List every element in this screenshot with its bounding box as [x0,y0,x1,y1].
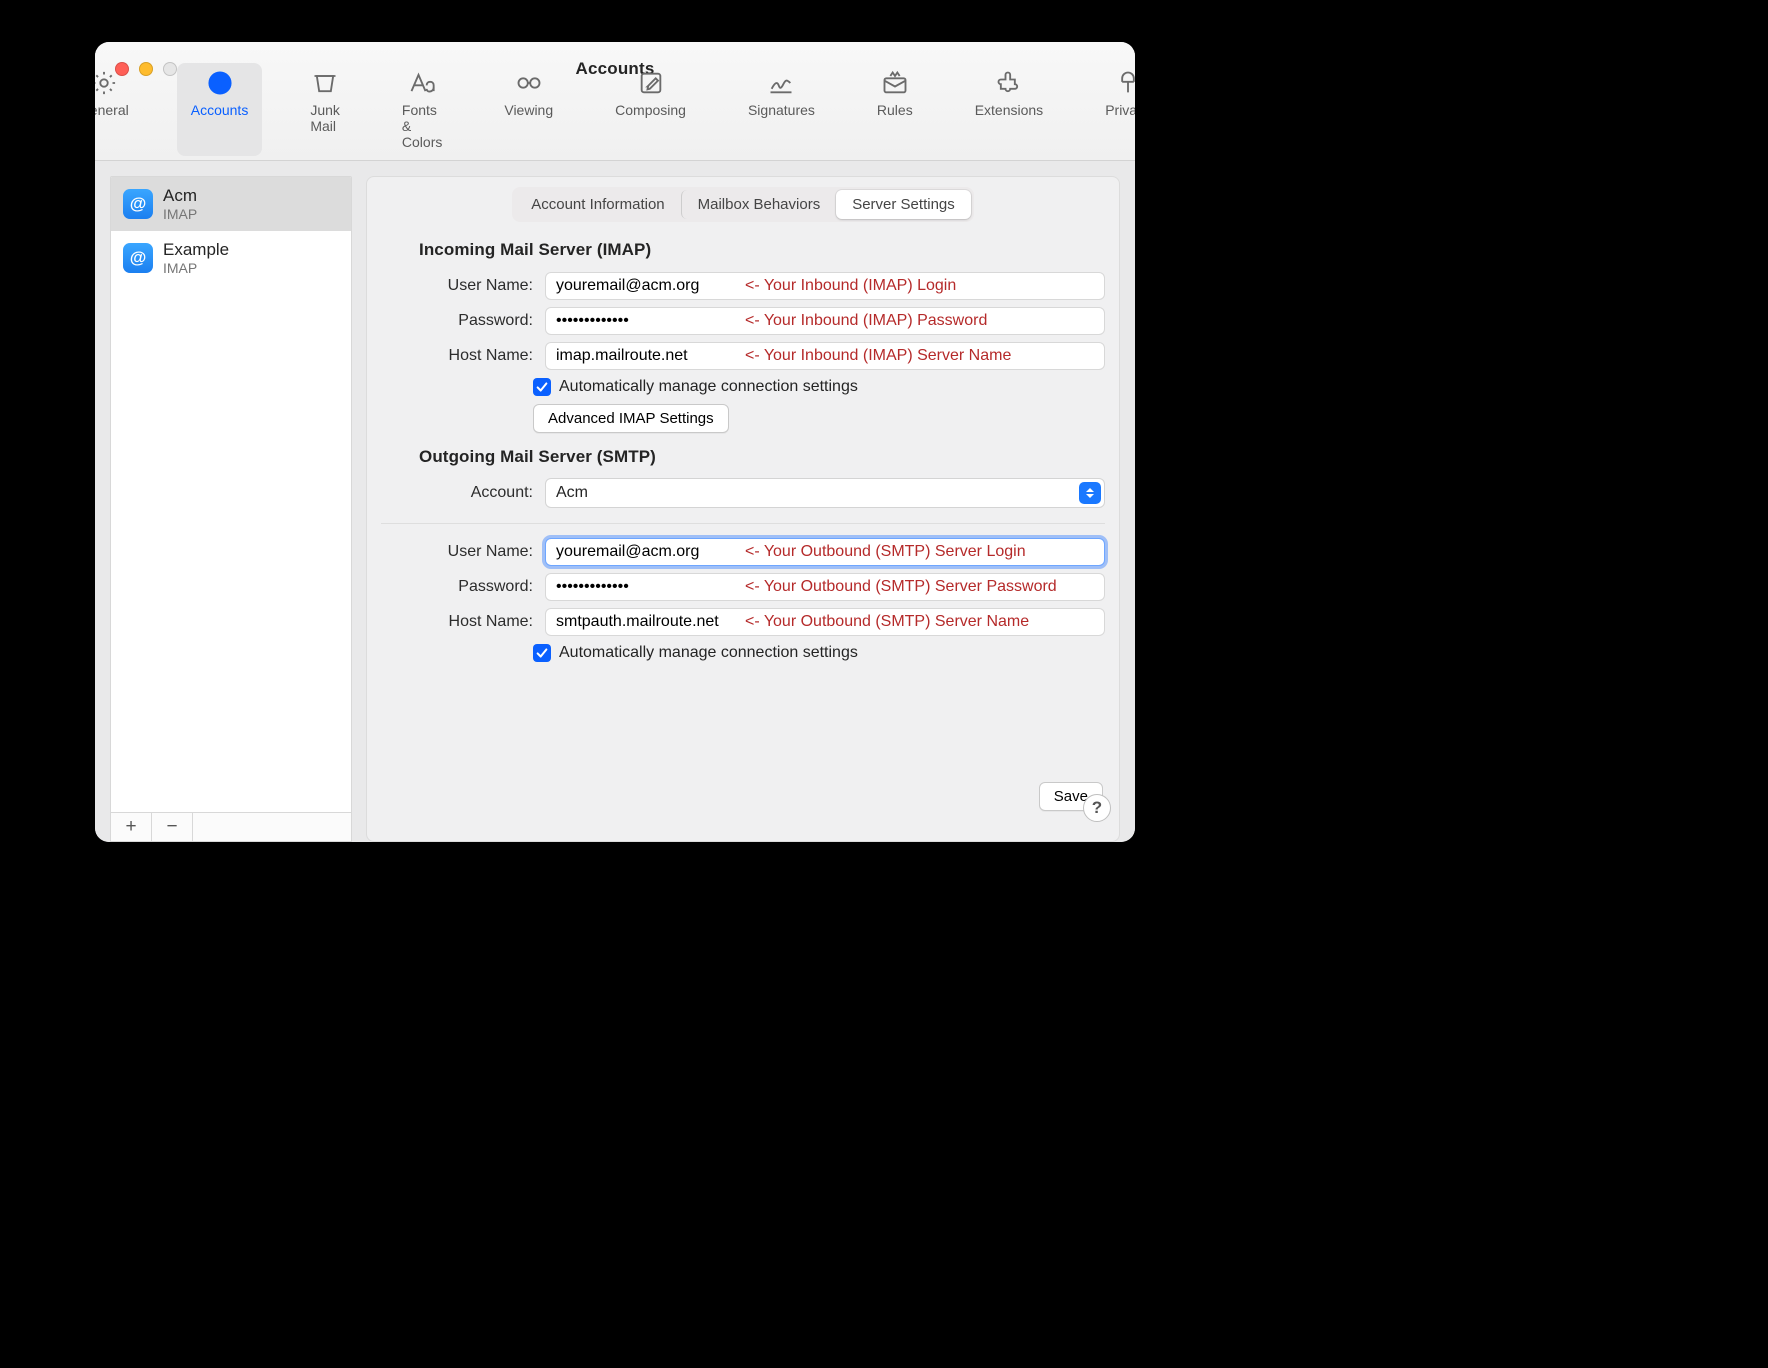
svg-text:@: @ [212,75,227,92]
incoming-username-label: User Name: [381,277,545,295]
rules-icon [881,69,909,100]
outgoing-account-select[interactable]: Acm [545,478,1105,508]
accounts-list-footer: + − [110,813,352,842]
tab-server-settings[interactable]: Server Settings [836,190,971,219]
outgoing-host-label: Host Name: [381,613,545,631]
toolbar-item-extensions[interactable]: Extensions [961,63,1057,156]
outgoing-account-value: Acm [556,484,588,502]
accounts-sidebar: @ Acm IMAP@ Example IMAP + − [110,176,352,842]
fonts-icon [408,69,436,100]
toolbar-item-viewing[interactable]: Viewing [490,63,567,156]
toolbar-item-general[interactable]: General [95,63,143,156]
toolbar-item-junk[interactable]: Junk Mail [296,63,354,156]
add-account-button[interactable]: + [111,813,152,841]
general-icon [95,69,118,100]
outgoing-auto-label: Automatically manage connection settings [559,644,858,662]
at-icon: @ [123,243,153,273]
toolbar-item-signatures[interactable]: Signatures [734,63,829,156]
tab-account-information[interactable]: Account Information [515,190,680,219]
account-row[interactable]: @ Acm IMAP [111,177,351,231]
toolbar-item-accounts[interactable]: @ Accounts [177,63,263,156]
account-row[interactable]: @ Example IMAP [111,231,351,285]
toolbar-item-privacy[interactable]: Privacy [1091,63,1135,156]
titlebar: Accounts General @ Accounts Junk Mail Fon… [95,42,1135,161]
incoming-auto-checkbox[interactable] [533,378,551,396]
prefs-toolbar: General @ Accounts Junk Mail Fonts & Colo… [95,63,1135,156]
outgoing-section-title: Outgoing Mail Server (SMTP) [419,447,1099,467]
account-name: Example [163,240,229,260]
toolbar-item-rules[interactable]: Rules [863,63,927,156]
window-body: @ Acm IMAP@ Example IMAP + − Account Inf… [95,161,1135,842]
divider [381,523,1105,524]
toolbar-item-label: Signatures [748,102,815,118]
toolbar-item-fonts[interactable]: Fonts & Colors [388,63,456,156]
toolbar-item-label: Accounts [191,102,249,118]
incoming-password-input[interactable] [545,307,1105,335]
account-name: Acm [163,186,197,206]
preferences-window: Accounts General @ Accounts Junk Mail Fon… [95,42,1135,842]
toolbar-item-label: Junk Mail [310,102,340,134]
outgoing-account-label: Account: [381,484,545,502]
toolbar-item-label: Viewing [504,102,553,118]
toolbar-item-label: Extensions [975,102,1043,118]
incoming-host-label: Host Name: [381,347,545,365]
outgoing-username-input[interactable] [545,538,1105,566]
outgoing-password-input[interactable] [545,573,1105,601]
accounts-list: @ Acm IMAP@ Example IMAP [110,176,352,813]
advanced-imap-button[interactable]: Advanced IMAP Settings [533,404,729,433]
accounts-icon: @ [206,69,234,100]
outgoing-auto-checkbox[interactable] [533,644,551,662]
toolbar-item-label: Privacy [1105,102,1135,118]
viewing-icon [515,69,543,100]
select-arrows-icon [1079,482,1101,504]
junk-icon [311,69,339,100]
account-protocol: IMAP [163,206,197,222]
extensions-icon [995,69,1023,100]
outgoing-host-input[interactable] [545,608,1105,636]
outgoing-username-label: User Name: [381,543,545,561]
toolbar-item-label: Rules [877,102,913,118]
incoming-host-input[interactable] [545,342,1105,370]
outgoing-password-label: Password: [381,578,545,596]
toolbar-item-composing[interactable]: Composing [601,63,700,156]
help-button[interactable]: ? [1083,794,1111,822]
at-icon: @ [123,189,153,219]
account-tabs: Account InformationMailbox BehaviorsServ… [512,187,974,222]
incoming-password-label: Password: [381,312,545,330]
toolbar-item-label: Fonts & Colors [402,102,442,150]
toolbar-item-label: Composing [615,102,686,118]
toolbar-item-label: General [95,102,129,118]
incoming-section-title: Incoming Mail Server (IMAP) [419,240,1099,260]
privacy-icon [1114,69,1135,100]
tab-mailbox-behaviors[interactable]: Mailbox Behaviors [681,190,837,219]
account-protocol: IMAP [163,260,229,276]
signatures-icon [767,69,795,100]
remove-account-button[interactable]: − [152,813,193,841]
incoming-username-input[interactable] [545,272,1105,300]
account-detail-panel: Account InformationMailbox BehaviorsServ… [366,176,1120,842]
composing-icon [637,69,665,100]
incoming-auto-label: Automatically manage connection settings [559,378,858,396]
